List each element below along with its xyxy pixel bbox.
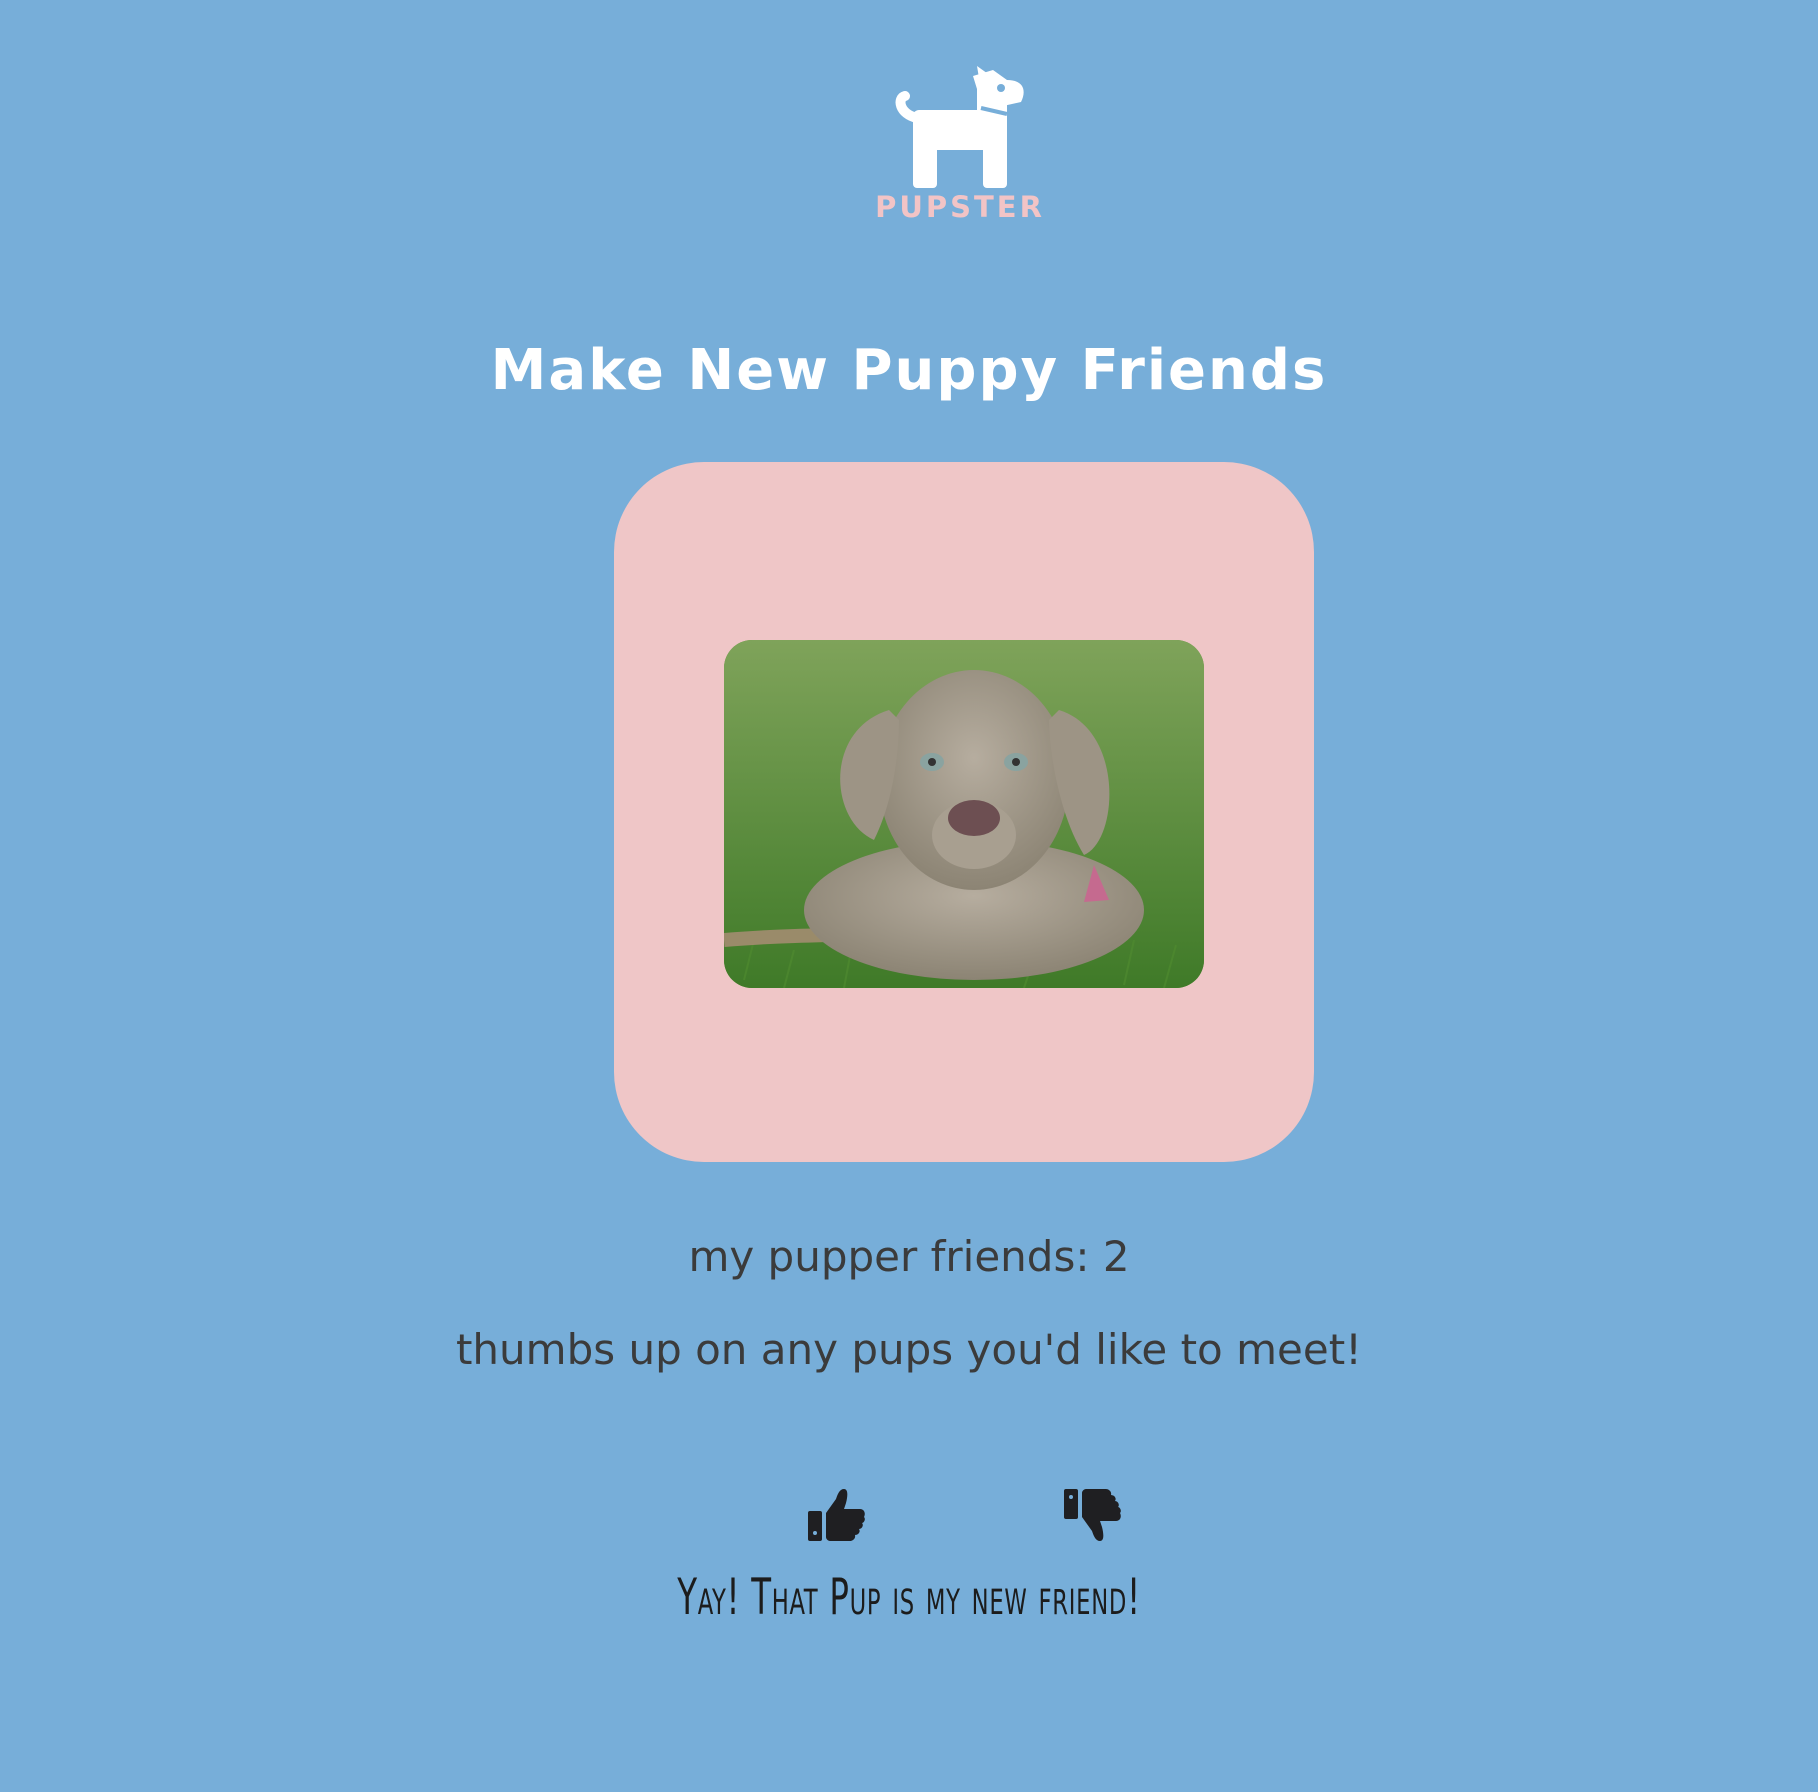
thumbs-down-icon — [1064, 1488, 1121, 1541]
puppy-photo-illustration — [724, 640, 1204, 988]
puppy-card — [614, 462, 1314, 1162]
page-title: Make New Puppy Friends — [490, 338, 1328, 403]
friends-count: my pupper friends: 2 — [688, 1232, 1130, 1281]
brand-logo[interactable]: PUPSTER — [870, 66, 1050, 236]
thumbs-down-button[interactable] — [1060, 1484, 1124, 1548]
puppy-photo — [724, 640, 1204, 988]
dog-icon — [895, 66, 1024, 188]
instructions-text: thumbs up on any pups you'd like to meet… — [455, 1325, 1363, 1374]
thumbs-up-button[interactable] — [804, 1484, 868, 1548]
result-message: Yay! That Pup is my new friend! — [677, 1568, 1141, 1626]
thumbs-up-icon — [808, 1488, 865, 1541]
page: PUPSTER Make New Puppy Friends my pupper… — [0, 0, 1818, 1792]
brand-name: PUPSTER — [875, 190, 1045, 224]
